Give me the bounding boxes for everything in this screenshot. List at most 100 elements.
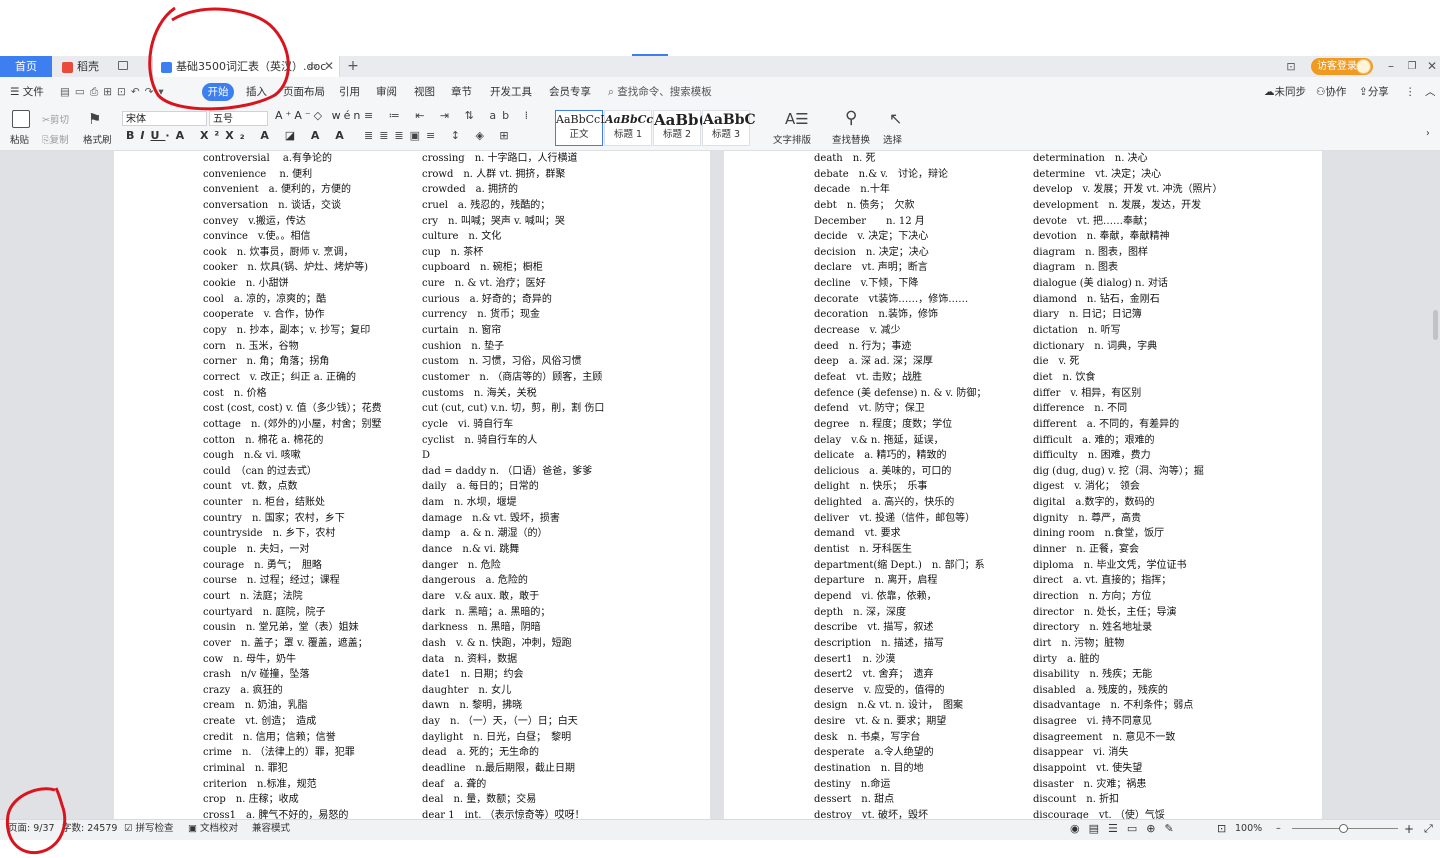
paste-icon[interactable] [12,110,30,128]
copy-button[interactable]: ⎘复制 [42,132,69,146]
tab-home[interactable]: 首页 [0,56,52,77]
vocab-entry: delicate a. 精巧的，精致的 [814,450,947,462]
vocab-entry: cousin n. 堂兄弟，堂（表）姐妹 [203,622,359,634]
layout-icon[interactable]: ⊡ [1283,56,1299,77]
style-heading-3[interactable]: AaBbC 标题 3 [702,110,756,146]
vocab-entry: dining room n.食堂，饭厅 [1033,528,1165,540]
collab-button[interactable]: ⚇协作 [1316,83,1346,101]
vocab-entry: dangerous a. 危险的 [422,575,528,587]
vocab-entry: disabled a. 残废的，残疾的 [1033,684,1168,696]
style-heading-2[interactable]: AaBb(标题 2 [653,110,706,146]
vocab-entry: differ v. 相异，有区别 [1033,387,1142,399]
format-painter-label[interactable]: 格式刷 [83,132,112,146]
vocab-entry: custom n. 习惯，习俗，风俗习惯 [422,356,582,368]
ribbon-more-icon[interactable]: › [1426,128,1430,139]
word-count[interactable]: 字数: 24579 [62,819,117,839]
vocab-entry: daughter n. 女儿 [422,684,512,696]
word-doc-icon [161,61,172,73]
command-search[interactable]: ⌕ 查找命令、搜索模板 [608,83,712,101]
vocab-entry: death n. 死 [814,153,876,164]
vocab-entry: dare v.& aux. 敢，敢于 [422,590,540,602]
more-icon[interactable]: ⋮ [1405,83,1416,101]
align-buttons[interactable]: ≣≣≣▣≡ ↕ ◈ ⊞ [364,129,515,142]
vocab-entry: departure n. 离开，启程 [814,575,938,587]
spell-check-toggle[interactable]: ☑ 拼写检查 [124,819,174,839]
sync-status[interactable]: ☁未同步 [1264,83,1306,101]
vocab-entry: copy n. 抄本，副本；v. 抄写；复印 [203,325,371,337]
vocab-entry: date1 n. 日期；约会 [422,669,524,681]
vocab-entry: cottage n. (郊外的)小屋，村舍；别墅 [203,418,382,430]
quick-access-icons[interactable]: ▤▭⎙⊞⊡↶↷▾ [60,83,169,101]
style-heading-1-label: 标题 1 [613,129,643,140]
minimize-icon[interactable]: – [1384,56,1398,77]
select-label[interactable]: 选择 [883,132,902,146]
paste-label[interactable]: 粘贴 [10,132,29,146]
font-name-select[interactable]: 宋体 [122,111,207,126]
page-count[interactable]: 页面: 9/37 [8,819,55,839]
close-tab-icon[interactable]: ✕ [322,56,336,77]
font-size-buttons[interactable]: A⁺A⁻◇ wén [275,109,363,122]
vocab-entry: couple n. 夫妇，一对 [203,544,310,556]
new-tab-button[interactable]: + [345,56,361,77]
find-replace-label[interactable]: 查找替换 [832,132,870,146]
close-window-icon[interactable]: ✕ [1425,56,1439,77]
docer-icon [62,61,73,73]
text-layout-icon[interactable]: A☰ [785,110,809,128]
menu-page-layout[interactable]: 页面布局 [283,83,325,101]
fullscreen-icon[interactable]: ⤢ [1424,819,1433,839]
menu-references[interactable]: 引用 [339,83,360,101]
pin-tab-icon[interactable]: ▭ [306,56,320,77]
vocab-entry: conversation n. 谈话，交谈 [203,199,341,211]
text-layout-label[interactable]: 文字排版 [773,132,811,146]
menu-member[interactable]: 会员专享 [549,83,591,101]
vocab-entry: course n. 过程；经过；课程 [203,575,340,587]
menu-sections[interactable]: 章节 [451,83,472,101]
collapse-ribbon-icon[interactable]: ︿ [1425,83,1436,101]
text-format-buttons[interactable]: BIU·A X²X₂ A ◪ A A [126,129,350,142]
restore-icon[interactable]: ❐ [1405,56,1419,77]
find-icon[interactable]: ⚲ [845,108,857,128]
doc-proof-button[interactable]: ▣ 文档校对 [188,819,238,839]
menu-developer[interactable]: 开发工具 [490,83,532,101]
vocab-entry: cushion n. 垫子 [422,340,505,352]
menu-review[interactable]: 审阅 [376,83,397,101]
list-buttons[interactable]: ≡ ≔ ⇤ ⇥ ⇅ ab ⁞ [364,109,534,122]
vocab-entry: countryside n. 乡下，农村 [203,528,336,540]
window-icon[interactable] [118,61,128,70]
vocab-entry: cotton n. 棉花 a. 棉花的 [203,434,324,446]
tab-docer[interactable]: 稻壳 [62,56,142,77]
fit-icon[interactable]: ⊡ [1217,819,1226,839]
style-normal[interactable]: AaBbCcDd 正文 [555,110,616,146]
vocab-entry: desk n. 书桌，写字台 [814,731,921,743]
view-mode-icons[interactable]: ◉▤☰▭⊕✎ [1070,819,1183,839]
style-heading-2-label: 标题 2 [662,129,692,140]
cursor-icon[interactable]: ↖ [889,109,902,128]
vocab-entry: decorate vt装饰……，修饰…… [814,293,969,305]
zoom-slider-thumb[interactable] [1339,824,1348,833]
vocab-entry: D [422,450,431,462]
vocab-entry: defend vt. 防守；保卫 [814,403,925,415]
vocab-entry: defeat vt. 击败；战胜 [814,371,922,383]
zoom-in-icon[interactable]: + [1404,819,1414,839]
share-button[interactable]: ⇪分享 [1359,83,1389,101]
cut-button[interactable]: ✂剪切 [42,112,69,126]
copy-label: 复制 [49,135,69,146]
vocab-entry: dessert n. 甜点 [814,794,895,806]
style-heading-1-sample: AaBbCcDd [605,113,671,126]
file-menu[interactable]: ☰ 文件 [10,83,44,101]
menu-insert[interactable]: 插入 [246,83,267,101]
zoom-out-icon[interactable]: – [1276,819,1281,839]
avatar[interactable] [1356,59,1371,74]
vocab-entry: crime n. （法律上的）罪，犯罪 [203,747,355,759]
zoom-level[interactable]: 100% [1235,819,1262,839]
vocab-entry: deaf a. 聋的 [422,778,487,790]
style-heading-1[interactable]: AaBbCcDd 标题 1 [604,110,671,146]
format-painter-icon[interactable]: ⚑ [88,110,104,128]
menu-view[interactable]: 视图 [414,83,435,101]
menu-start[interactable]: 开始 [202,83,234,101]
vocab-entry: description n. 描述，描写 [814,637,944,649]
font-size-select[interactable]: 五号 [209,111,268,126]
compat-mode-label: 兼容模式 [252,823,291,834]
vocab-entry: desert1 n. 沙漠 [814,653,896,665]
vertical-scrollbar[interactable] [1433,310,1438,340]
